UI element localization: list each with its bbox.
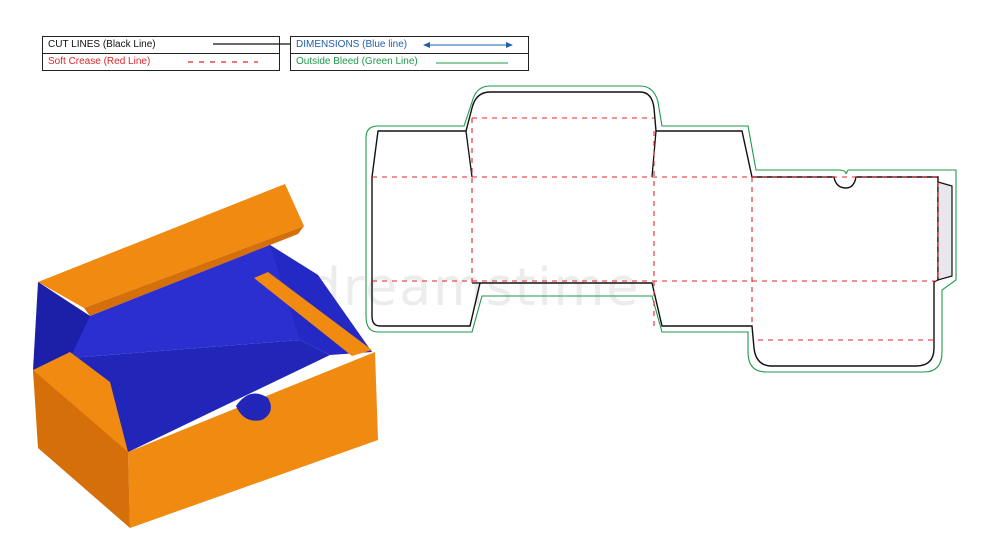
cut-outline: [371, 91, 939, 367]
bleed-outline: [365, 85, 957, 373]
cut-segment-1: [465, 130, 473, 178]
dieline-diagram: [33, 85, 957, 528]
box-3d-illustration: [33, 184, 378, 528]
dieline: [365, 85, 957, 373]
glue-flap: [937, 181, 953, 281]
